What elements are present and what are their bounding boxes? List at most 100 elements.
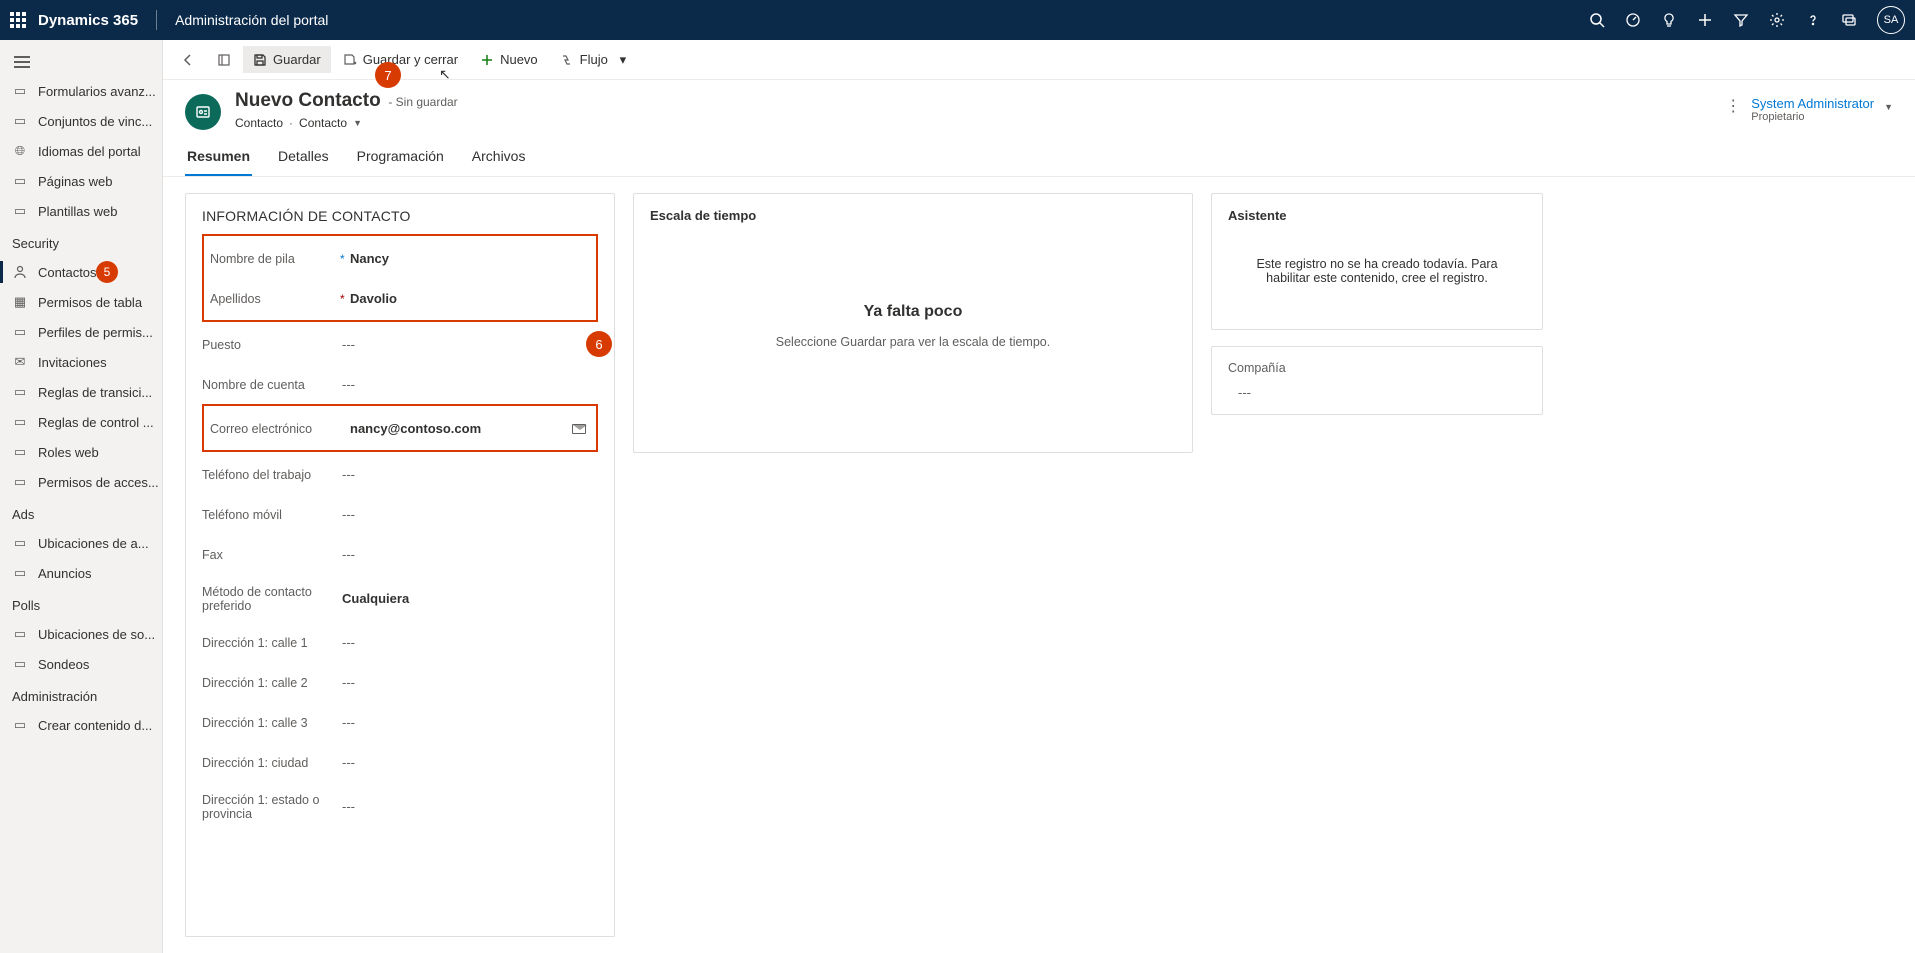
sidebar-item-invitations[interactable]: ✉Invitaciones — [0, 347, 162, 377]
field-value[interactable]: --- — [342, 799, 598, 814]
field-value[interactable]: --- — [342, 467, 598, 482]
assistant-section: Asistente Este registro no se ha creado … — [1211, 193, 1543, 330]
field-street2[interactable]: Dirección 1: calle 2 --- — [202, 662, 598, 702]
search-icon[interactable] — [1589, 12, 1605, 28]
help-icon[interactable] — [1805, 12, 1821, 28]
tab-programacion[interactable]: Programación — [355, 138, 446, 176]
gear-icon[interactable] — [1769, 12, 1785, 28]
field-value[interactable]: --- — [342, 675, 598, 690]
field-mobile-phone[interactable]: Teléfono móvil --- — [202, 494, 598, 534]
field-fax[interactable]: Fax --- — [202, 534, 598, 574]
chevron-down-icon[interactable]: ▼ — [1884, 102, 1893, 112]
sidebar-group-ads: Ads — [0, 497, 162, 528]
sidebar-item-link-sets[interactable]: ▭Conjuntos de vinc... — [0, 106, 162, 136]
tab-archivos[interactable]: Archivos — [470, 138, 528, 176]
field-label: Dirección 1: ciudad — [202, 756, 332, 770]
field-work-phone[interactable]: Teléfono del trabajo --- — [202, 454, 598, 494]
sidebar-collapse-button[interactable] — [0, 48, 162, 76]
field-value[interactable]: --- — [342, 547, 598, 562]
field-last-name[interactable]: Apellidos * Davolio — [210, 278, 590, 318]
chevron-down-icon[interactable]: ▼ — [353, 118, 362, 128]
sidebar-item-label: Idiomas del portal — [38, 144, 141, 159]
chevron-down-icon: ▾ — [616, 53, 630, 67]
back-button[interactable] — [171, 47, 205, 73]
chat-icon[interactable] — [1841, 12, 1857, 28]
header-more-button[interactable]: ⋮ — [1725, 96, 1741, 116]
app-launcher-icon[interactable] — [10, 12, 26, 28]
sidebar-item-label: Plantillas web — [38, 204, 118, 219]
unsaved-indicator: - Sin guardar — [388, 95, 457, 109]
sidebar-item-transition-rules[interactable]: ▭Reglas de transici... — [0, 377, 162, 407]
sidebar-item-ad-locations[interactable]: ▭Ubicaciones de a... — [0, 528, 162, 558]
field-first-name[interactable]: Nombre de pila * Nancy — [210, 238, 590, 278]
company-label: Compañía — [1228, 361, 1526, 375]
form-icon: ▭ — [12, 83, 28, 99]
sidebar-item-templates[interactable]: ▭Plantillas web — [0, 196, 162, 226]
plus-icon[interactable] — [1697, 12, 1713, 28]
open-button[interactable] — [207, 47, 241, 73]
field-label: Apellidos — [210, 292, 340, 306]
tab-detalles[interactable]: Detalles — [276, 138, 331, 176]
field-value[interactable]: nancy@contoso.com — [350, 421, 572, 436]
company-value[interactable]: --- — [1228, 385, 1526, 400]
field-value[interactable]: Nancy — [350, 251, 590, 266]
sidebar-item-polls[interactable]: ▭Sondeos — [0, 649, 162, 679]
sidebar-item-adv-forms[interactable]: ▭ Formularios avanz... — [0, 76, 162, 106]
sidebar-item-web-roles[interactable]: ▭Roles web — [0, 437, 162, 467]
save-button[interactable]: Guardar — [243, 46, 331, 73]
form-content: INFORMACIÓN DE CONTACTO Nombre de pila *… — [163, 177, 1915, 953]
sidebar-item-languages[interactable]: 🌐︎Idiomas del portal — [0, 136, 162, 166]
field-email[interactable]: Correo electrónico nancy@contoso.com — [210, 408, 590, 448]
field-street3[interactable]: Dirección 1: calle 3 --- — [202, 702, 598, 742]
field-value[interactable]: Davolio — [350, 291, 590, 306]
user-avatar[interactable]: SA — [1877, 6, 1905, 34]
sidebar-item-access-perms[interactable]: ▭Permisos de acces... — [0, 467, 162, 497]
sidebar-item-control-rules[interactable]: ▭Reglas de control ... — [0, 407, 162, 437]
breadcrumb-form[interactable]: Contacto — [299, 116, 347, 130]
breadcrumb-entity[interactable]: Contacto — [235, 116, 283, 130]
sidebar-item-create-content[interactable]: ▭Crear contenido d... — [0, 710, 162, 740]
field-city[interactable]: Dirección 1: ciudad --- — [202, 742, 598, 782]
sidebar-item-table-perms[interactable]: ▦Permisos de tabla — [0, 287, 162, 317]
sidebar-item-webpages[interactable]: ▭Páginas web — [0, 166, 162, 196]
sidebar-item-label: Ubicaciones de so... — [38, 627, 155, 642]
field-state[interactable]: Dirección 1: estado o provincia --- — [202, 782, 598, 830]
record-type-icon — [185, 94, 221, 130]
company-section: Compañía --- — [1211, 346, 1543, 415]
field-value[interactable]: --- — [342, 755, 598, 770]
field-job-title[interactable]: Puesto --- — [202, 324, 598, 364]
sidebar-item-poll-locations[interactable]: ▭Ubicaciones de so... — [0, 619, 162, 649]
assistant-message: Este registro no se ha creado todavía. P… — [1228, 257, 1526, 315]
sidebar-item-label: Conjuntos de vinc... — [38, 114, 152, 129]
field-label: Nombre de cuenta — [202, 378, 332, 392]
field-value[interactable]: Cualquiera — [342, 591, 598, 606]
field-value[interactable]: --- — [342, 635, 598, 650]
sidebar-item-contacts[interactable]: Contactos 5 — [0, 257, 162, 287]
person-icon — [12, 264, 28, 280]
brand-name[interactable]: Dynamics 365 — [38, 12, 138, 29]
save-label: Guardar — [273, 52, 321, 67]
sidebar-item-ads[interactable]: ▭Anuncios — [0, 558, 162, 588]
save-close-button[interactable]: Guardar y cerrar — [333, 46, 468, 73]
field-value[interactable]: --- — [342, 715, 598, 730]
sidebar-item-label: Invitaciones — [38, 355, 107, 370]
owner-name[interactable]: System Administrator — [1751, 96, 1874, 111]
sidebar-item-perm-profiles[interactable]: ▭Perfiles de permis... — [0, 317, 162, 347]
field-value[interactable]: --- — [342, 377, 598, 392]
field-label: Fax — [202, 548, 332, 562]
lightbulb-icon[interactable] — [1661, 12, 1677, 28]
new-button[interactable]: Nuevo — [470, 46, 548, 73]
field-account-name[interactable]: Nombre de cuenta --- — [202, 364, 598, 404]
target-icon[interactable] — [1625, 12, 1641, 28]
tab-resumen[interactable]: Resumen — [185, 138, 252, 176]
filter-icon[interactable] — [1733, 12, 1749, 28]
flow-button[interactable]: Flujo ▾ — [550, 46, 640, 73]
record-title: Nuevo Contacto — [235, 90, 381, 111]
mail-icon[interactable] — [572, 424, 586, 434]
field-street1[interactable]: Dirección 1: calle 1 --- — [202, 622, 598, 662]
field-value[interactable]: --- — [342, 337, 598, 352]
field-value[interactable]: --- — [342, 507, 598, 522]
field-contact-method[interactable]: Método de contacto preferido Cualquiera — [202, 574, 598, 622]
form-tabs: Resumen Detalles Programación Archivos — [163, 138, 1915, 177]
sidebar-item-label: Formularios avanz... — [38, 84, 156, 99]
